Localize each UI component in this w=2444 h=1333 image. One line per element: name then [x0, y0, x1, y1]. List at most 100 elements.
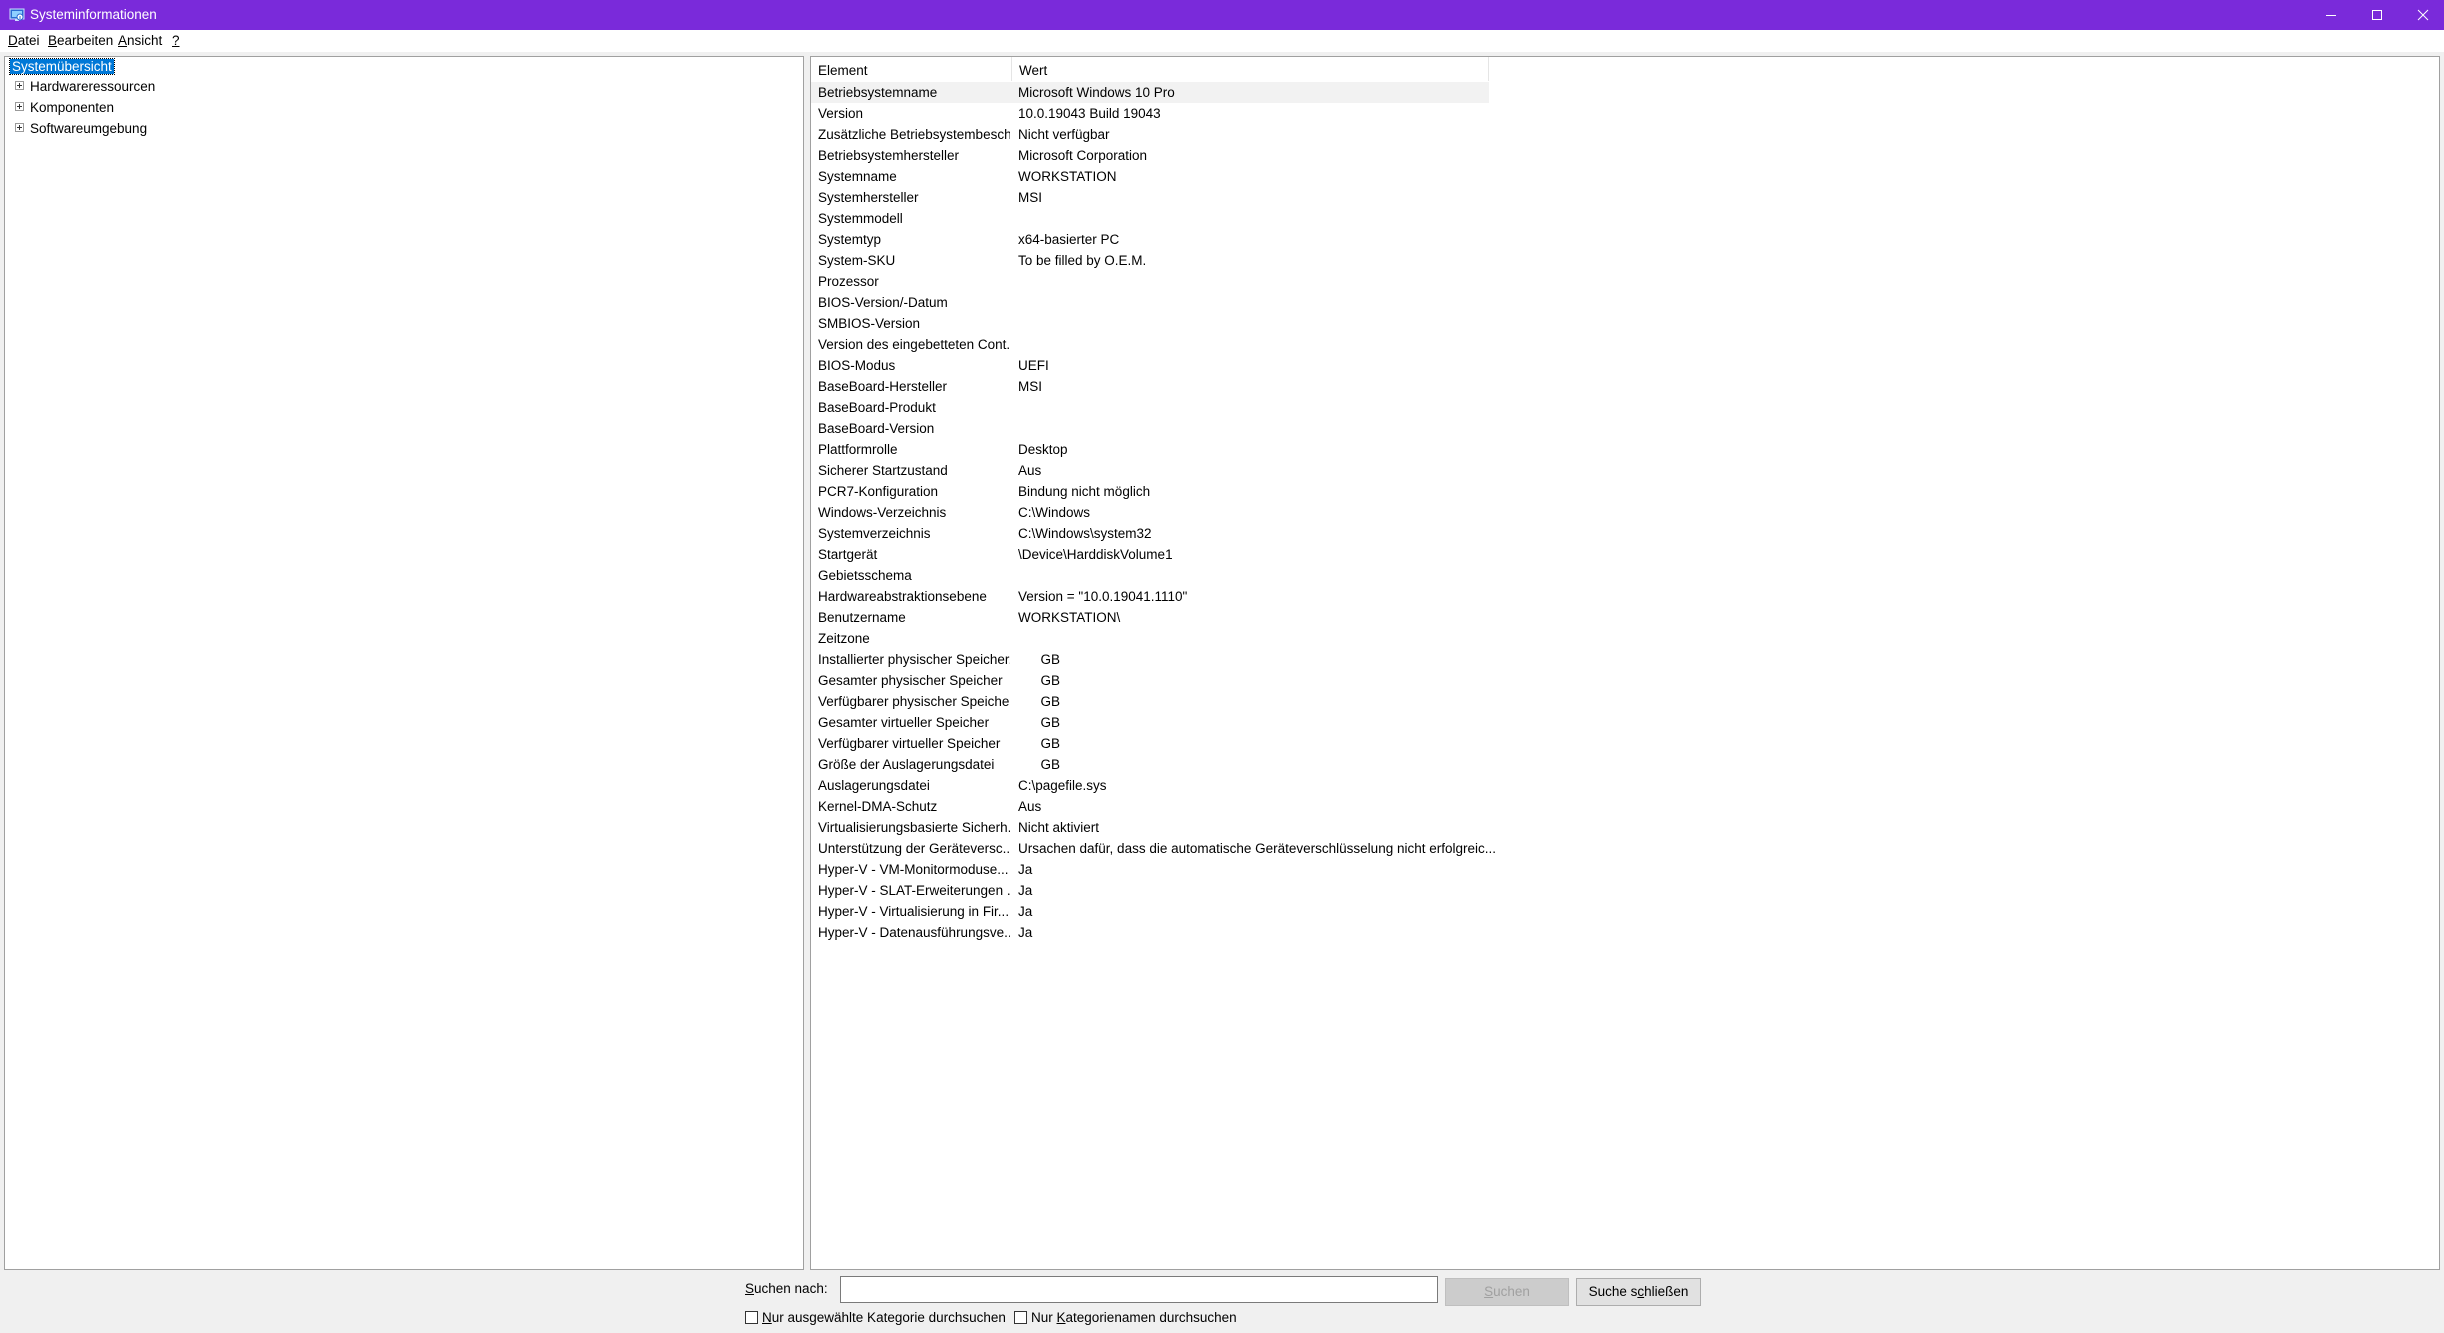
table-row[interactable]: System-SKU To be filled by O.E.M. — [811, 250, 1489, 271]
table-row[interactable]: PCR7-Konfiguration Bindung nicht möglich — [811, 481, 1489, 502]
table-body: Betriebsystemname Microsoft Windows 10 Pr… — [811, 82, 2299, 943]
table-row[interactable]: Zeitzone — [811, 628, 1489, 649]
cell-value: Nicht verfügbar — [1018, 127, 1110, 142]
cell-value: To be filled by O.E.M. — [1018, 253, 1147, 268]
checkbox-label: Nur Kategorienamen durchsuchen — [1031, 1310, 1237, 1325]
table-row[interactable]: Version 10.0.19043 Build 19043 — [811, 103, 1489, 124]
table-row[interactable]: Virtualisierungsbasierte Sicherh... Nicht… — [811, 817, 1489, 838]
table-row[interactable]: BaseBoard-Produkt — [811, 397, 1489, 418]
cell-value: C:\Windows — [1018, 505, 1091, 520]
table-row[interactable]: Systemhersteller MSI — [811, 187, 1489, 208]
menu-bearbeiten[interactable]: Bearbeiten — [48, 33, 113, 48]
window-title: Systeminformationen — [30, 7, 157, 22]
maximize-button[interactable] — [2354, 0, 2400, 30]
tree-item-hardwareressourcen[interactable]: Hardwareressourcen — [5, 77, 803, 97]
cell-element: Betriebsystemhersteller — [818, 148, 960, 163]
category-tree[interactable]: Systemübersicht Hardwareressourcen Kompo… — [4, 56, 804, 1270]
column-header-element[interactable]: Element — [811, 57, 1012, 81]
minimize-button[interactable] — [2308, 0, 2354, 30]
close-icon — [2417, 9, 2429, 21]
table-row[interactable]: Hyper-V - Datenausführungsve... Ja — [811, 922, 1489, 943]
table-row[interactable]: Verfügbarer physischer Speicher GB — [811, 691, 1489, 712]
cell-element: Windows-Verzeichnis — [818, 505, 947, 520]
table-row[interactable]: BaseBoard-Version — [811, 418, 1489, 439]
table-row[interactable]: Windows-Verzeichnis C:\Windows — [811, 502, 1489, 523]
table-row[interactable]: BIOS-Modus UEFI — [811, 355, 1489, 376]
checkbox-box[interactable] — [1014, 1311, 1027, 1324]
menu-datei[interactable]: Datei — [8, 33, 40, 48]
column-header-value[interactable]: Wert — [1012, 57, 1489, 81]
table-row[interactable]: Kernel-DMA-Schutz Aus — [811, 796, 1489, 817]
table-row[interactable]: Zusätzliche Betriebsystembesch... Nicht v… — [811, 124, 1489, 145]
cell-element: Systemname — [818, 169, 897, 184]
table-row[interactable]: Systemverzeichnis C:\Windows\system32 — [811, 523, 1489, 544]
expand-icon[interactable] — [15, 81, 24, 90]
tree-item-label: Systemübersicht — [9, 58, 115, 75]
table-row[interactable]: BIOS-Version/-Datum — [811, 292, 1489, 313]
search-selected-category-checkbox[interactable]: Nur ausgewählte Kategorie durchsuchen — [745, 1309, 1006, 1327]
table-row[interactable]: Verfügbarer virtueller Speicher GB — [811, 733, 1489, 754]
table-row[interactable]: Hyper-V - Virtualisierung in Fir... Ja — [811, 901, 1489, 922]
table-row[interactable]: Betriebsystemname Microsoft Windows 10 Pr… — [811, 82, 1489, 103]
cell-element: Benutzername — [818, 610, 906, 625]
checkbox-box[interactable] — [745, 1311, 758, 1324]
cell-element: Startgerät — [818, 547, 878, 562]
column-headers: Element Wert — [811, 57, 2299, 81]
cell-value: Ja — [1018, 925, 1033, 940]
cell-value: C:\Windows\system32 — [1018, 526, 1152, 541]
table-row[interactable]: Systemtyp x64-basierter PC — [811, 229, 1489, 250]
table-row[interactable]: Gesamter physischer Speicher GB — [811, 670, 1489, 691]
cell-element: Verfügbarer virtueller Speicher — [818, 736, 1001, 751]
table-row[interactable]: Systemname WORKSTATION — [811, 166, 1489, 187]
table-row[interactable]: Auslagerungsdatei C:\pagefile.sys — [811, 775, 1489, 796]
search-input[interactable] — [840, 1276, 1438, 1303]
cell-element: Systemhersteller — [818, 190, 919, 205]
tree-item-systemuebersicht[interactable]: Systemübersicht — [5, 57, 803, 77]
table-row[interactable]: Betriebsystemhersteller Microsoft Corpora… — [811, 145, 1489, 166]
cell-value: Ja — [1018, 883, 1033, 898]
table-row[interactable]: BaseBoard-Hersteller MSI — [811, 376, 1489, 397]
table-row[interactable]: Größe der Auslagerungsdatei GB — [811, 754, 1489, 775]
cell-element: Kernel-DMA-Schutz — [818, 799, 938, 814]
cell-element: Zusätzliche Betriebsystembesch... — [818, 127, 1010, 142]
tree-item-softwareumgebung[interactable]: Softwareumgebung — [5, 119, 803, 139]
close-search-button[interactable]: Suche schließen — [1576, 1278, 1701, 1306]
table-row[interactable]: Systemmodell — [811, 208, 1489, 229]
table-row[interactable]: Hyper-V - VM-Monitormoduse... Ja — [811, 859, 1489, 880]
system-info-icon — [9, 8, 25, 21]
expand-icon[interactable] — [15, 102, 24, 111]
expand-icon[interactable] — [15, 123, 24, 132]
search-label: Suchen nach: — [745, 1281, 828, 1296]
table-row[interactable]: Prozessor — [811, 271, 1489, 292]
cell-value: 10.0.19043 Build 19043 — [1018, 106, 1161, 121]
search-button[interactable]: Suchen — [1445, 1278, 1569, 1306]
tree-item-label: Hardwareressourcen — [30, 79, 156, 94]
menu-ansicht[interactable]: Ansicht — [118, 33, 162, 48]
cell-element: BIOS-Version/-Datum — [818, 295, 948, 310]
close-button[interactable] — [2400, 0, 2444, 30]
cell-element: Größe der Auslagerungsdatei — [818, 757, 995, 772]
tree-item-label: Komponenten — [30, 100, 115, 115]
cell-element: Hyper-V - VM-Monitormoduse... — [818, 862, 1009, 877]
cell-value: Nicht aktiviert — [1018, 820, 1100, 835]
title-bar[interactable]: Systeminformationen — [0, 0, 2444, 30]
detail-list[interactable]: Element Wert Betriebsystemname Microsoft … — [810, 56, 2440, 1270]
table-row[interactable]: Hyper-V - SLAT-Erweiterungen ... Ja — [811, 880, 1489, 901]
table-row[interactable]: Gesamter virtueller Speicher GB — [811, 712, 1489, 733]
table-row[interactable]: Plattformrolle Desktop — [811, 439, 1489, 460]
tree-item-komponenten[interactable]: Komponenten — [5, 98, 803, 118]
table-row[interactable]: Startgerät \Device\HarddiskVolume1 — [811, 544, 1489, 565]
cell-element: Gebietsschema — [818, 568, 912, 583]
table-row[interactable]: Sicherer Startzustand Aus — [811, 460, 1489, 481]
table-row[interactable]: Version des eingebetteten Cont... — [811, 334, 1489, 355]
table-row[interactable]: SMBIOS-Version — [811, 313, 1489, 334]
search-category-names-checkbox[interactable]: Nur Kategorienamen durchsuchen — [1014, 1309, 1244, 1327]
menu-help[interactable]: ? — [172, 33, 180, 48]
table-row[interactable]: Gebietsschema — [811, 565, 1489, 586]
table-row[interactable]: Benutzername WORKSTATION\ — [811, 607, 1489, 628]
table-row[interactable]: Unterstützung der Geräteversc... Ursachen… — [811, 838, 1496, 859]
cell-element: Betriebsystemname — [818, 85, 938, 100]
cell-element: BaseBoard-Version — [818, 421, 935, 436]
table-row[interactable]: Hardwareabstraktionsebene Version = "10.0… — [811, 586, 1489, 607]
table-row[interactable]: Installierter physischer Speicher... GB — [811, 649, 1489, 670]
